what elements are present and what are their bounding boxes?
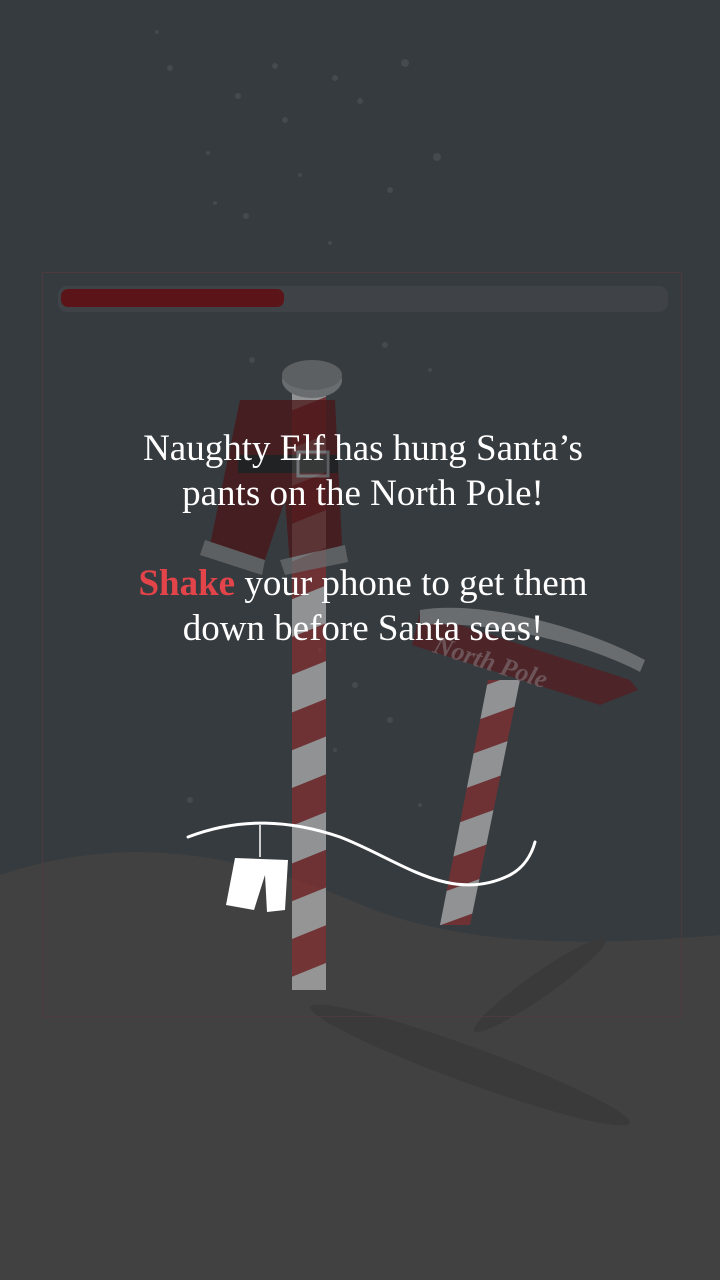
instructions-line-3-rest: your phone to get them <box>235 563 588 604</box>
instructions-line-2: pants on the North Pole! <box>182 473 544 514</box>
shake-gesture-hint <box>186 821 537 912</box>
instructions-line-1: Naughty Elf has hung Santa’s <box>143 428 583 469</box>
shake-progress-bar <box>58 286 668 312</box>
instructions-line-4: down before Santa sees! <box>182 608 544 649</box>
shake-progress-fill <box>61 289 284 307</box>
shake-word: Shake <box>138 563 236 604</box>
hanging-pants-icon <box>226 858 288 912</box>
instructions-line-3: Shake your phone to get them <box>60 561 666 606</box>
instructions-text: Naughty Elf has hung Santa’s pants on th… <box>60 426 666 651</box>
